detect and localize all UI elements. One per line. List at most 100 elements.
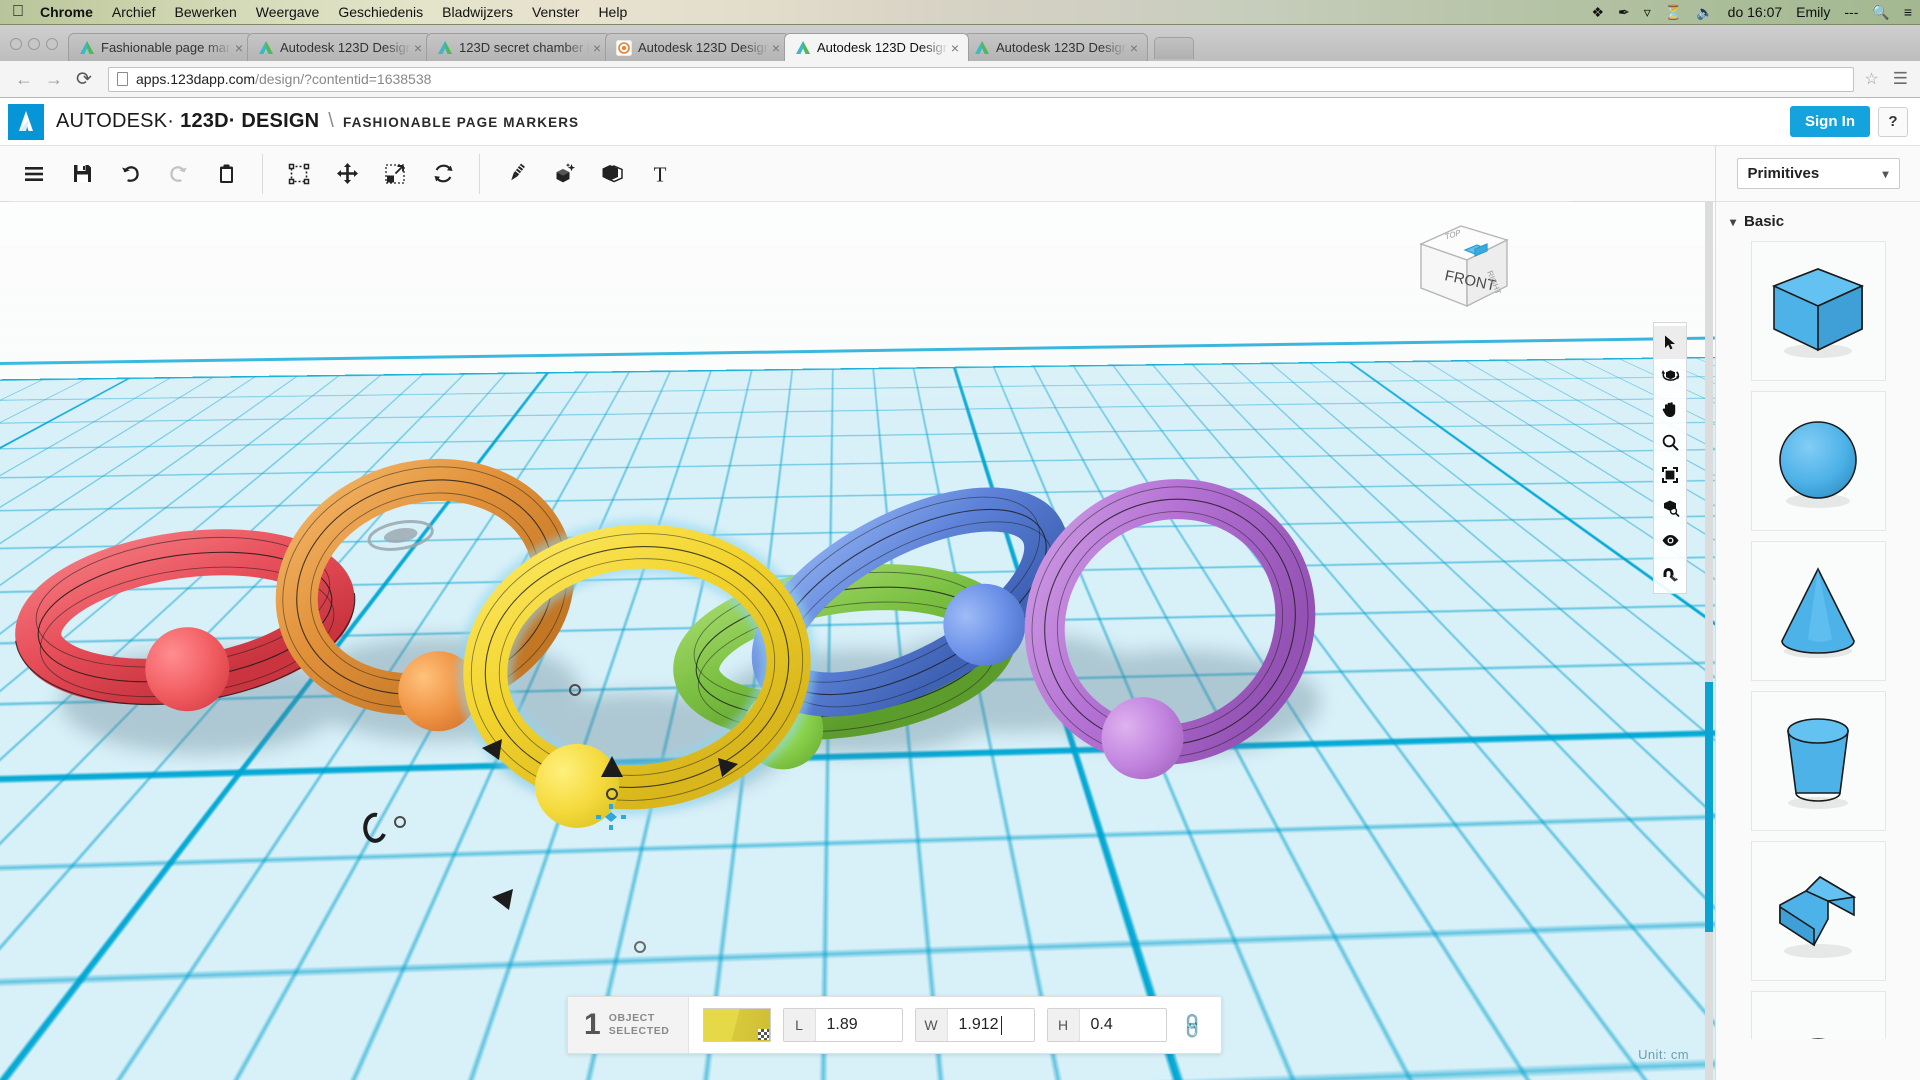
width-field[interactable]: W 1.912: [914, 1008, 1035, 1042]
search-icon[interactable]: 🔍: [1872, 5, 1889, 19]
close-window-button[interactable]: [10, 38, 22, 50]
shape-cone[interactable]: [1750, 541, 1886, 681]
bookmark-star-icon[interactable]: ☆: [1864, 69, 1878, 89]
page-icon: [117, 72, 128, 86]
view-cube[interactable]: FRONT TOP RIGHT: [1403, 210, 1523, 320]
rotate-icon[interactable]: [419, 152, 467, 196]
menu-item-bladwijzers[interactable]: Bladwijzers: [442, 4, 513, 20]
combine-icon[interactable]: [588, 152, 636, 196]
browser-tab[interactable]: Autodesk 123D Design ×: [247, 33, 432, 61]
dropbox-icon[interactable]: ❖: [1591, 5, 1604, 19]
viewport-scrollbar-thumb[interactable]: [1705, 682, 1713, 932]
visibility-eye-icon[interactable]: [1654, 524, 1686, 557]
gizmo-handle-dot[interactable]: [394, 816, 406, 828]
new-tab-button[interactable]: [1154, 37, 1194, 59]
address-bar[interactable]: apps.123dapp.com/design/?contentid=16385…: [108, 66, 1855, 92]
back-arrow-icon[interactable]: ←: [10, 65, 38, 93]
gizmo-handle-dot[interactable]: [634, 941, 646, 953]
browser-tab-active[interactable]: Autodesk 123D Design ×: [784, 33, 969, 61]
shape-hemisphere[interactable]: [1750, 991, 1886, 1039]
pan-hand-icon[interactable]: [1654, 392, 1686, 425]
width-value[interactable]: 1.912: [948, 1009, 1034, 1041]
ring-scene[interactable]: [0, 202, 1715, 1080]
menu-item-geschiedenis[interactable]: Geschiedenis: [338, 4, 423, 20]
browser-tab[interactable]: Fashionable page markers ×: [68, 33, 253, 61]
shape-cylinder[interactable]: [1750, 691, 1886, 831]
browser-tab-title: Autodesk 123D Design: [996, 40, 1127, 55]
snap-magnet-icon[interactable]: [1654, 557, 1686, 590]
close-icon[interactable]: ×: [411, 41, 425, 55]
orbit-icon[interactable]: [1654, 359, 1686, 392]
view-cube-body[interactable]: FRONT TOP RIGHT: [1419, 225, 1509, 308]
transform-icon[interactable]: [275, 152, 323, 196]
selected-object-label-line1: OBJECT: [608, 1011, 655, 1024]
chrome-menu-icon[interactable]: ☰: [1893, 69, 1908, 89]
pen-icon[interactable]: ✒: [1618, 5, 1630, 19]
zoom-object-icon[interactable]: [1654, 491, 1686, 524]
shape-box[interactable]: [1750, 241, 1886, 381]
menu-item-archief[interactable]: Archief: [112, 4, 156, 20]
close-icon[interactable]: ×: [769, 41, 783, 55]
construct-icon[interactable]: [540, 152, 588, 196]
group-header-basic[interactable]: ▾ Basic: [1716, 202, 1920, 239]
volume-icon[interactable]: 🔈: [1696, 5, 1713, 19]
menu-item-weergave[interactable]: Weergave: [256, 4, 320, 20]
close-icon[interactable]: ×: [1127, 41, 1141, 55]
menu-bar-user[interactable]: Emily: [1796, 4, 1830, 20]
menu-item-chrome[interactable]: Chrome: [40, 4, 93, 20]
link-chain-icon[interactable]: 🔗: [1175, 1008, 1210, 1043]
document-name[interactable]: FASHIONABLE PAGE MARKERS: [343, 115, 579, 130]
autodesk-123d-favicon: [79, 40, 95, 56]
length-key: L: [783, 1009, 816, 1041]
shape-list[interactable]: [1716, 239, 1920, 1039]
forward-arrow-icon[interactable]: →: [40, 65, 68, 93]
autodesk-logo-icon[interactable]: [8, 103, 44, 140]
sketch-icon[interactable]: [492, 152, 540, 196]
redo-icon[interactable]: [154, 152, 202, 196]
undo-icon[interactable]: [106, 152, 154, 196]
browser-tab[interactable]: Autodesk 123D Design ×: [963, 33, 1148, 61]
wifi-icon[interactable]: ▿: [1644, 5, 1651, 19]
scale-icon[interactable]: [371, 152, 419, 196]
viewport-scrollbar[interactable]: [1705, 202, 1713, 1080]
height-field[interactable]: H 0.4: [1046, 1008, 1167, 1042]
close-icon[interactable]: ×: [232, 41, 246, 55]
browser-tab[interactable]: Autodesk 123D Design Ch ×: [605, 33, 790, 61]
clipboard-icon[interactable]: [202, 152, 250, 196]
shape-sphere[interactable]: [1750, 391, 1886, 531]
length-field[interactable]: L 1.89: [782, 1008, 903, 1042]
browser-tab[interactable]: 123D secret chamber knitt ×: [426, 33, 611, 61]
select-arrow-icon[interactable]: [1654, 326, 1686, 359]
close-icon[interactable]: ×: [590, 41, 604, 55]
menu-item-help[interactable]: Help: [598, 4, 627, 20]
ring-yellow-selected[interactable]: [457, 517, 818, 837]
notification-center-icon[interactable]: ≡: [1904, 5, 1912, 19]
menu-item-venster[interactable]: Venster: [532, 4, 579, 20]
height-value[interactable]: 0.4: [1080, 1009, 1166, 1041]
fit-to-view-icon[interactable]: [1654, 458, 1686, 491]
autodesk-123d-favicon: [437, 40, 453, 56]
menu-icon[interactable]: [10, 152, 58, 196]
shape-wedge[interactable]: [1750, 841, 1886, 981]
menu-bar-clock[interactable]: do 16:07: [1728, 4, 1783, 20]
move-icon[interactable]: [323, 152, 371, 196]
save-icon[interactable]: [58, 152, 106, 196]
category-select[interactable]: Primitives ▾: [1736, 158, 1900, 189]
zoom-window-button[interactable]: [46, 38, 58, 50]
help-button[interactable]: ?: [1878, 106, 1908, 137]
reload-icon[interactable]: ⟳: [70, 65, 98, 93]
text-icon[interactable]: T: [636, 152, 684, 196]
yellow-material-swatch[interactable]: [702, 1008, 771, 1042]
time-machine-icon[interactable]: ⏳: [1665, 5, 1682, 19]
minimize-window-button[interactable]: [28, 38, 40, 50]
gizmo-rotate-handle[interactable]: [363, 812, 386, 843]
3d-viewport[interactable]: FRONT TOP RIGHT Unit: cm: [0, 202, 1715, 1080]
window-controls[interactable]: [8, 38, 68, 61]
sign-in-button[interactable]: Sign In: [1790, 106, 1870, 137]
gizmo-arrow-down[interactable]: [492, 889, 513, 910]
length-value[interactable]: 1.89: [816, 1009, 902, 1041]
zoom-magnifier-icon[interactable]: [1654, 425, 1686, 458]
close-icon[interactable]: ×: [948, 41, 962, 55]
menu-item-bewerken[interactable]: Bewerken: [174, 4, 236, 20]
apple-icon[interactable]: : [12, 4, 24, 20]
